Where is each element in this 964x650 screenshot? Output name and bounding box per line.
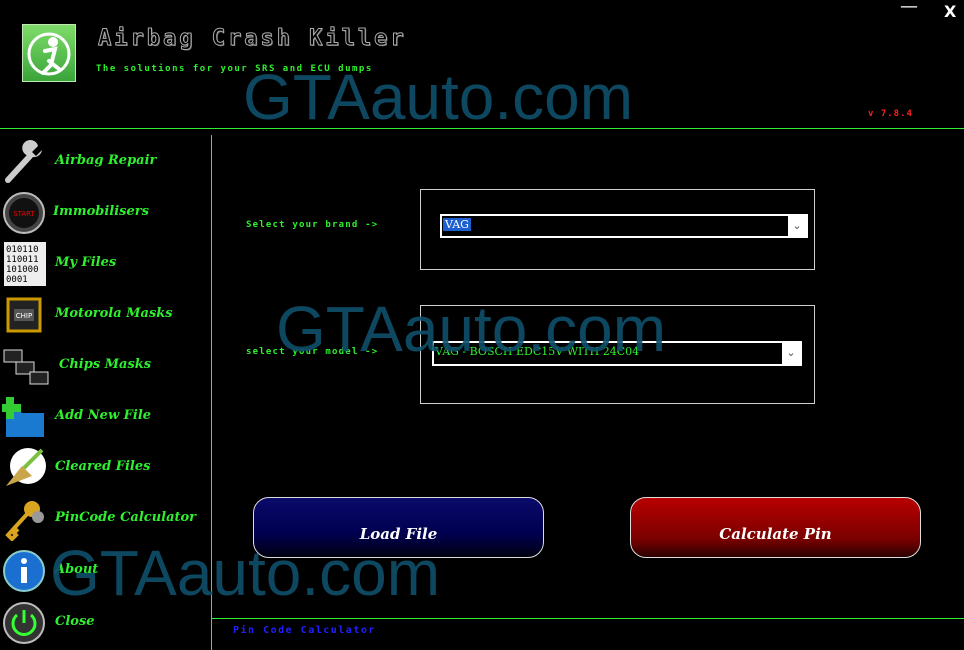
brand-select[interactable]: VAG ⌄ — [440, 214, 808, 238]
wrench-icon — [5, 140, 42, 183]
svg-text:110011: 110011 — [6, 255, 39, 265]
info-icon — [3, 550, 45, 592]
sidebar-item-chips-masks[interactable]: Chips Masks — [0, 341, 210, 391]
sidebar-item-label: Motorola Masks — [55, 306, 173, 321]
version-label: v 7.8.4 — [868, 109, 913, 119]
watermark-text: GTAauto.com — [243, 61, 634, 133]
start-button-icon: START — [3, 192, 45, 234]
watermark-text: GTAauto.com — [50, 537, 441, 609]
svg-text:CHIP: CHIP — [16, 312, 32, 320]
chevron-down-icon[interactable]: ⌄ — [788, 216, 806, 236]
svg-text:0001: 0001 — [6, 275, 28, 285]
sidebar-item-cleared-files[interactable]: Cleared Files — [0, 443, 210, 493]
broom-icon — [6, 448, 46, 486]
sidebar-item-airbag-repair[interactable]: Airbag Repair — [0, 137, 210, 187]
svg-text:010110: 010110 — [6, 245, 39, 255]
chevron-down-icon[interactable]: ⌄ — [782, 343, 800, 364]
app-title: Airbag Crash Killer — [98, 26, 407, 52]
svg-text:101000: 101000 — [6, 265, 39, 275]
calculate-pin-button[interactable]: Calculate Pin — [630, 497, 921, 558]
sidebar-item-motorola-masks[interactable]: CHIP Motorola Masks — [0, 290, 210, 340]
watermark-text: GTAauto.com — [276, 293, 667, 365]
binary-file-icon: 010110 110011 101000 0001 — [4, 242, 46, 286]
sidebar-item-label: Airbag Repair — [55, 153, 157, 168]
keys-icon — [5, 501, 44, 541]
close-window-button[interactable]: X — [944, 2, 960, 22]
sidebar-item-label: Add New File — [55, 408, 152, 423]
sidebar-item-label: PinCode Calculator — [55, 510, 197, 525]
power-icon — [3, 602, 45, 644]
footer-divider — [212, 618, 964, 619]
sidebar-item-label: Chips Masks — [59, 357, 152, 372]
footer-label: Pin Code Calculator — [233, 625, 376, 636]
sidebar-item-add-new-file[interactable]: Add New File — [0, 392, 210, 442]
app-logo — [22, 24, 76, 82]
sidebar-item-label: My Files — [55, 255, 117, 270]
sidebar-item-immobilisers[interactable]: START Immobilisers — [0, 188, 210, 238]
cpu-chip-icon: CHIP — [6, 297, 42, 333]
sidebar-item-label: Cleared Files — [55, 459, 151, 474]
sidebar-item-label: Close — [55, 614, 95, 629]
sidebar-item-label: Immobilisers — [53, 204, 149, 219]
brand-select-value: VAG — [443, 218, 471, 231]
brand-label: Select your brand -> — [246, 220, 379, 230]
sidebar-item-my-files[interactable]: 010110 110011 101000 0001 My Files — [0, 239, 210, 289]
svg-text:START: START — [13, 210, 35, 218]
minimize-button[interactable]: — — [898, 0, 920, 18]
chips-icon — [3, 349, 49, 385]
add-folder-icon — [2, 397, 44, 437]
